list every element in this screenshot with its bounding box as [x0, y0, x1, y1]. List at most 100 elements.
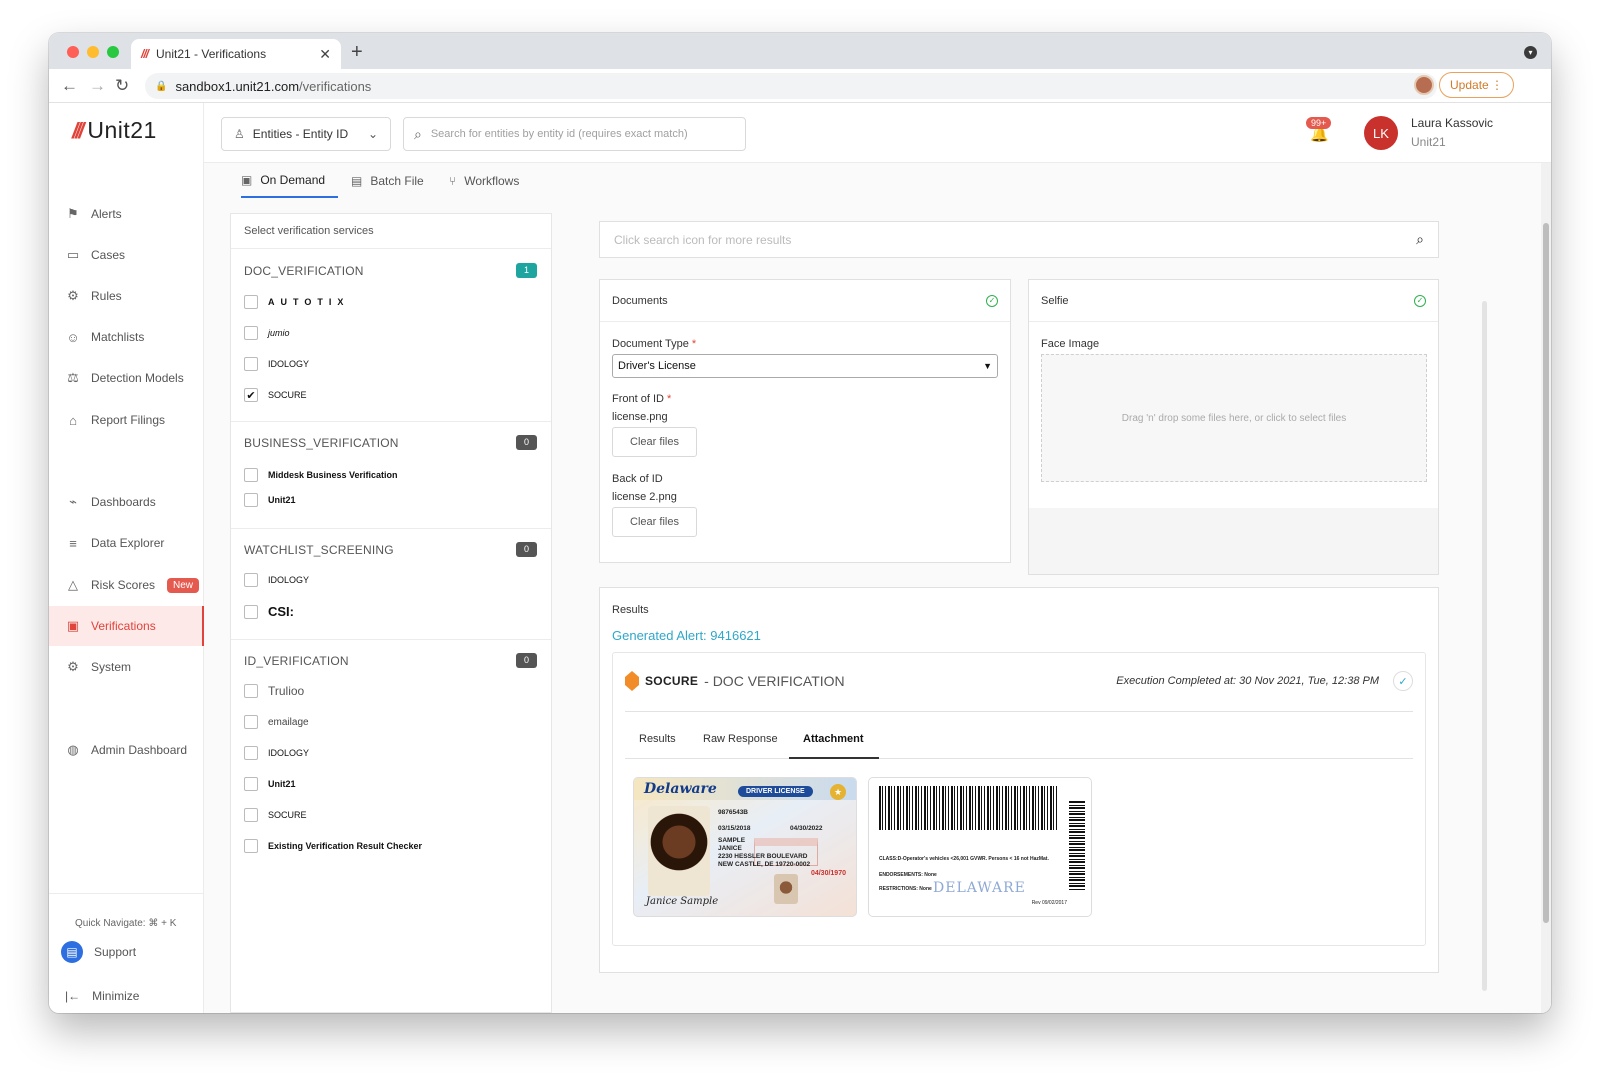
browser-window: /// Unit21 - Verifications ✕ + ▾ ← → ↻ 🔒…	[49, 33, 1551, 1013]
app-logo[interactable]: /// Unit21	[72, 117, 157, 144]
reload-icon[interactable]: ↻	[115, 76, 129, 96]
back-icon[interactable]: ←	[61, 76, 78, 96]
service-option-idology[interactable]: IDOLOGY	[244, 746, 309, 760]
user-name[interactable]: Laura Kassovic	[1411, 116, 1493, 130]
data-search-icon: ≡	[69, 535, 77, 551]
service-option-middesk[interactable]: Middesk Business Verification	[244, 468, 398, 482]
notification-count-badge: 99+	[1306, 117, 1332, 129]
page-scrollbar[interactable]	[1541, 163, 1551, 1013]
update-button[interactable]: Update ⋮	[1439, 72, 1514, 98]
results-search-input[interactable]: Click search icon for more results ⌕	[599, 221, 1439, 258]
tab-on-demand[interactable]: ▣ On Demand	[241, 164, 338, 198]
entity-search-input[interactable]: ⌕ Search for entities by entity id (requ…	[403, 117, 746, 151]
workflow-icon: ⑂	[449, 174, 457, 188]
checkbox[interactable]	[244, 808, 258, 822]
service-option-unit21[interactable]: Unit21	[244, 777, 296, 791]
service-option-socure[interactable]: ✔ SOCURE	[244, 388, 307, 402]
checkbox[interactable]	[244, 493, 258, 507]
sidebar-item-risk-scores[interactable]: △ Risk Scores New	[49, 565, 204, 605]
search-icon[interactable]: ⌕	[1416, 231, 1424, 248]
sidebar-item-report-filings[interactable]: ⌂ Report Filings	[49, 400, 204, 440]
panel-scrollbar[interactable]	[1482, 301, 1487, 991]
vendor-name: SOCURE	[645, 674, 699, 688]
chat-icon: ▤	[61, 941, 83, 963]
tab-search-icon[interactable]: ▾	[1524, 46, 1537, 59]
service-option-socure[interactable]: SOCURE	[244, 808, 307, 822]
result-tab-raw-response[interactable]: Raw Response	[703, 733, 778, 745]
clear-front-files-button[interactable]: Clear files	[612, 427, 697, 457]
sidebar-item-detection-models[interactable]: ⚖ Detection Models	[49, 358, 204, 398]
checkbox[interactable]	[244, 604, 258, 619]
checkbox[interactable]	[244, 777, 258, 791]
sidebar-item-dashboards[interactable]: ⌁ Dashboards	[49, 482, 204, 522]
user-icon: ♙	[234, 127, 245, 141]
close-tab-icon[interactable]: ✕	[319, 46, 331, 63]
checkbox[interactable]	[244, 715, 258, 729]
service-label: Unit21	[268, 495, 296, 505]
service-option-existing-checker[interactable]: Existing Verification Result Checker	[244, 839, 422, 853]
result-tab-attachment[interactable]: Attachment	[803, 733, 864, 745]
service-label: SOCURE	[268, 810, 307, 820]
url-host: sandbox1.unit21.com	[175, 78, 300, 94]
tab-workflows[interactable]: ⑂ Workflows	[449, 164, 519, 198]
result-tab-results[interactable]: Results	[639, 733, 676, 745]
page-scrollbar-thumb[interactable]	[1543, 223, 1549, 923]
sidebar-item-rules[interactable]: ⚙ Rules	[49, 276, 204, 316]
license-back-attachment[interactable]: CLASS:D-Operator's vehicles <26,001 GVWR…	[868, 777, 1092, 917]
service-option-emailage[interactable]: emailage	[244, 715, 309, 729]
sidebar-item-system[interactable]: ⚙ System	[49, 647, 204, 687]
section-doc-verification: DOC_VERIFICATION 1 AUTOTIX jumio IDOLOGY…	[231, 250, 551, 422]
clear-back-files-button[interactable]: Clear files	[612, 507, 697, 537]
support-button[interactable]: ▤ Support	[61, 941, 136, 963]
checkbox[interactable]	[244, 357, 258, 371]
service-option-trulioo[interactable]: Trulioo	[244, 684, 304, 698]
logo-mark: ///	[72, 117, 84, 143]
results-title: Results	[612, 604, 649, 616]
license-address2: NEW CASTLE, DE 19720-0002	[718, 861, 811, 868]
sidebar-item-label: Cases	[91, 248, 126, 262]
minimize-window-button[interactable]	[87, 46, 99, 58]
profile-avatar[interactable]	[1414, 75, 1434, 95]
document-type-select[interactable]: Driver's License ▼	[612, 354, 998, 378]
select-value: Driver's License	[618, 360, 696, 372]
zoom-window-button[interactable]	[107, 46, 119, 58]
sidebar-item-cases[interactable]: ▭ Cases	[49, 235, 204, 275]
checkbox-checked[interactable]: ✔	[244, 388, 258, 402]
minimize-sidebar-button[interactable]: |← Minimize	[65, 989, 139, 1003]
sidebar-item-matchlists[interactable]: ☺ Matchlists	[49, 317, 204, 357]
license-front-attachment[interactable]: Delaware DRIVER LICENSE ★ 9876543B 03/15…	[633, 777, 857, 917]
checkbox[interactable]	[244, 573, 258, 587]
entity-type-dropdown[interactable]: ♙ Entities - Entity ID ⌄	[221, 117, 391, 151]
checkbox[interactable]	[244, 295, 258, 309]
service-option-autotix[interactable]: AUTOTIX	[244, 295, 349, 309]
section-title: BUSINESS_VERIFICATION	[244, 436, 399, 450]
browser-tab[interactable]: /// Unit21 - Verifications ✕	[131, 39, 341, 69]
service-option-csi[interactable]: CSI:	[244, 604, 294, 619]
sidebar-item-admin-dashboard[interactable]: ◍ Admin Dashboard	[49, 730, 204, 770]
generated-alert-link[interactable]: Generated Alert: 9416621	[612, 628, 761, 643]
checkbox[interactable]	[244, 468, 258, 482]
sidebar-item-verifications[interactable]: ▣ Verifications	[49, 606, 204, 646]
checkbox[interactable]	[244, 839, 258, 853]
sidebar-item-data-explorer[interactable]: ≡ Data Explorer	[49, 523, 204, 563]
service-option-jumio[interactable]: jumio	[244, 326, 290, 340]
address-bar[interactable]: 🔒 sandbox1.unit21.com/verifications ☆	[145, 73, 1437, 99]
sidebar-item-alerts[interactable]: ⚑ Alerts	[49, 194, 204, 234]
check-circle-icon: ✓	[1414, 294, 1426, 307]
front-of-id-label: Front of ID *	[612, 393, 671, 405]
new-tab-icon[interactable]: +	[351, 41, 363, 64]
user-avatar[interactable]: LK	[1364, 116, 1398, 150]
service-option-idology[interactable]: IDOLOGY	[244, 357, 309, 371]
checkbox[interactable]	[244, 746, 258, 760]
face-image-dropzone[interactable]: Drag 'n' drop some files here, or click …	[1041, 354, 1427, 482]
service-option-idology[interactable]: IDOLOGY	[244, 573, 309, 587]
service-option-unit21[interactable]: Unit21	[244, 493, 296, 507]
collapse-icon: |←	[65, 989, 81, 1003]
license-state: Delaware	[644, 781, 717, 797]
main-content: ♙ Entities - Entity ID ⌄ ⌕ Search for en…	[204, 103, 1551, 1013]
checkbox[interactable]	[244, 684, 258, 698]
close-window-button[interactable]	[67, 46, 79, 58]
tab-batch-file[interactable]: ▤ Batch File	[351, 164, 424, 198]
checkbox[interactable]	[244, 326, 258, 340]
forward-icon[interactable]: →	[89, 76, 106, 96]
